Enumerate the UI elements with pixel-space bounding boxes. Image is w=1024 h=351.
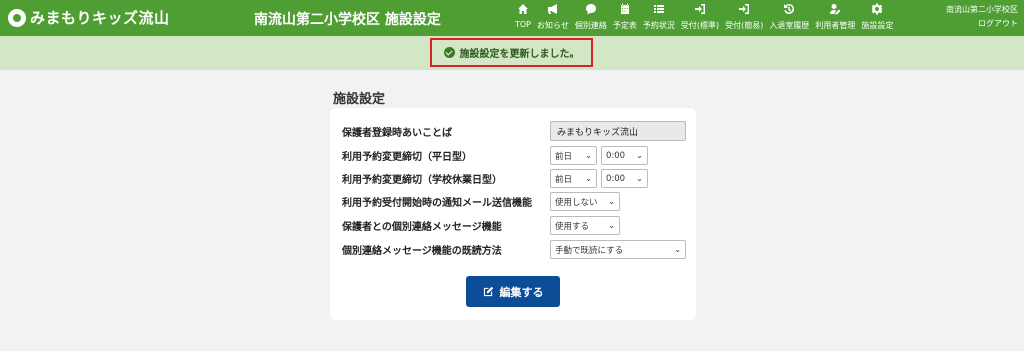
settings-card: 保護者登録時あいことば みまもりキッズ流山 利用予約変更締切（平日型） 前日 ⌄ …	[330, 108, 696, 320]
nav-schedule[interactable]: 予定表	[610, 2, 640, 34]
list-icon	[653, 2, 665, 16]
sign-in-icon	[694, 2, 706, 16]
nav-label: お知らせ	[537, 21, 569, 30]
user-edit-icon	[829, 2, 841, 16]
nav-reservations[interactable]: 予約状況	[640, 2, 678, 34]
nav-history[interactable]: 入退室履歴	[766, 2, 812, 34]
nav-notice[interactable]: お知らせ	[534, 2, 572, 34]
select-value: 前日	[555, 151, 573, 162]
nav-reception-standard[interactable]: 受付(標準)	[678, 2, 722, 34]
logo-icon	[8, 8, 26, 27]
nav-label: 受付(標準)	[680, 21, 720, 30]
greeting-row: 保護者登録時あいことば みまもりキッズ流山	[342, 121, 686, 141]
nav-user-management[interactable]: 利用者管理	[812, 2, 858, 34]
chat-icon	[585, 2, 597, 16]
chevron-down-icon: ⌄	[636, 174, 643, 183]
greeting-label: 保護者登録時あいことば	[342, 127, 452, 139]
nav-label: 施設設定	[861, 21, 894, 30]
success-banner: 施設設定を更新しました。	[0, 36, 1024, 70]
gear-icon	[871, 2, 883, 16]
nav-label: 受付(簡易)	[725, 21, 764, 30]
edit-icon	[483, 286, 493, 297]
edit-button-label: 編集する	[499, 285, 544, 299]
holiday-time-select[interactable]: 0:00 ⌄	[601, 169, 648, 188]
check-circle-icon	[443, 47, 455, 58]
select-value: 0:00	[606, 150, 626, 161]
main-nav: TOP お知らせ 個別連絡 予定表 予約状況 受付(標準) 受付(簡易) 入退室…	[512, 2, 896, 34]
success-message: 施設設定を更新しました。	[459, 49, 580, 60]
nav-label: 予約状況	[642, 21, 675, 30]
nav-label: TOP	[515, 20, 532, 29]
message-feature-row: 保護者との個別連絡メッセージ機能 使用する ⌄	[342, 216, 624, 235]
message-feature-label: 保護者との個別連絡メッセージ機能	[342, 222, 502, 233]
megaphone-icon	[547, 2, 559, 16]
weekday-day-select[interactable]: 前日 ⌄	[550, 146, 597, 165]
edit-button[interactable]: 編集する	[466, 276, 560, 307]
weekday-deadline-row: 利用予約変更締切（平日型） 前日 ⌄ 0:00 ⌄	[342, 146, 652, 165]
select-value: 0:00	[606, 173, 626, 184]
select-value: 前日	[555, 174, 573, 185]
nav-message[interactable]: 個別連絡	[572, 2, 610, 34]
calendar-icon	[619, 2, 631, 16]
nav-facility-settings[interactable]: 施設設定	[858, 2, 896, 34]
app-logo[interactable]: みまもりキッズ流山	[8, 7, 170, 28]
nav-label: 入退室履歴	[769, 21, 810, 30]
nav-label: 利用者管理	[815, 21, 856, 30]
nav-label: 予定表	[612, 21, 637, 30]
select-value: 使用する	[555, 221, 590, 232]
holiday-deadline-label: 利用予約変更締切（学校休業日型）	[342, 175, 502, 186]
section-title: 施設設定	[333, 92, 386, 107]
weekday-deadline-label: 利用予約変更締切（平日型）	[342, 152, 472, 163]
chevron-down-icon: ⌄	[585, 151, 592, 160]
sign-in-icon	[738, 2, 750, 16]
nav-label: 個別連絡	[574, 21, 607, 30]
chevron-down-icon: ⌄	[674, 245, 681, 254]
history-icon	[783, 2, 795, 16]
success-message-box: 施設設定を更新しました。	[430, 38, 593, 67]
chevron-down-icon: ⌄	[585, 174, 592, 183]
select-value: 手動で既読にする	[555, 245, 624, 256]
chevron-down-icon: ⌄	[608, 221, 615, 230]
logout-link[interactable]: ログアウト	[946, 17, 1018, 31]
read-method-label: 個別連絡メッセージ機能の既読方法	[342, 246, 502, 257]
notify-row: 利用予約受付開始時の通知メール送信機能 使用しない ⌄	[342, 192, 624, 211]
top-navbar: みまもりキッズ流山 南流山第二小学校区 施設設定 TOP お知らせ 個別連絡 予…	[0, 0, 1024, 36]
greeting-field[interactable]: みまもりキッズ流山	[550, 121, 686, 141]
chevron-down-icon: ⌄	[608, 197, 615, 206]
nav-reception-simple[interactable]: 受付(簡易)	[722, 2, 766, 34]
notify-select[interactable]: 使用しない ⌄	[550, 192, 620, 211]
home-icon	[517, 2, 529, 16]
chevron-down-icon: ⌄	[636, 151, 643, 160]
holiday-day-select[interactable]: 前日 ⌄	[550, 169, 597, 188]
nav-top[interactable]: TOP	[512, 2, 534, 34]
logo-text: みまもりキッズ流山	[30, 9, 170, 27]
notify-label: 利用予約受付開始時の通知メール送信機能	[342, 198, 532, 209]
holiday-deadline-row: 利用予約変更締切（学校休業日型） 前日 ⌄ 0:00 ⌄	[342, 169, 652, 188]
weekday-time-select[interactable]: 0:00 ⌄	[601, 146, 648, 165]
read-method-select[interactable]: 手動で既読にする ⌄	[550, 240, 686, 259]
message-feature-select[interactable]: 使用する ⌄	[550, 216, 620, 235]
select-value: 使用しない	[555, 197, 598, 208]
page-title: 南流山第二小学校区 施設設定	[254, 12, 441, 28]
account-area: 南流山第二小学校区 ログアウト	[946, 3, 1018, 31]
school-name: 南流山第二小学校区	[946, 5, 1018, 14]
read-method-row: 個別連絡メッセージ機能の既読方法 手動で既読にする ⌄	[342, 240, 690, 259]
